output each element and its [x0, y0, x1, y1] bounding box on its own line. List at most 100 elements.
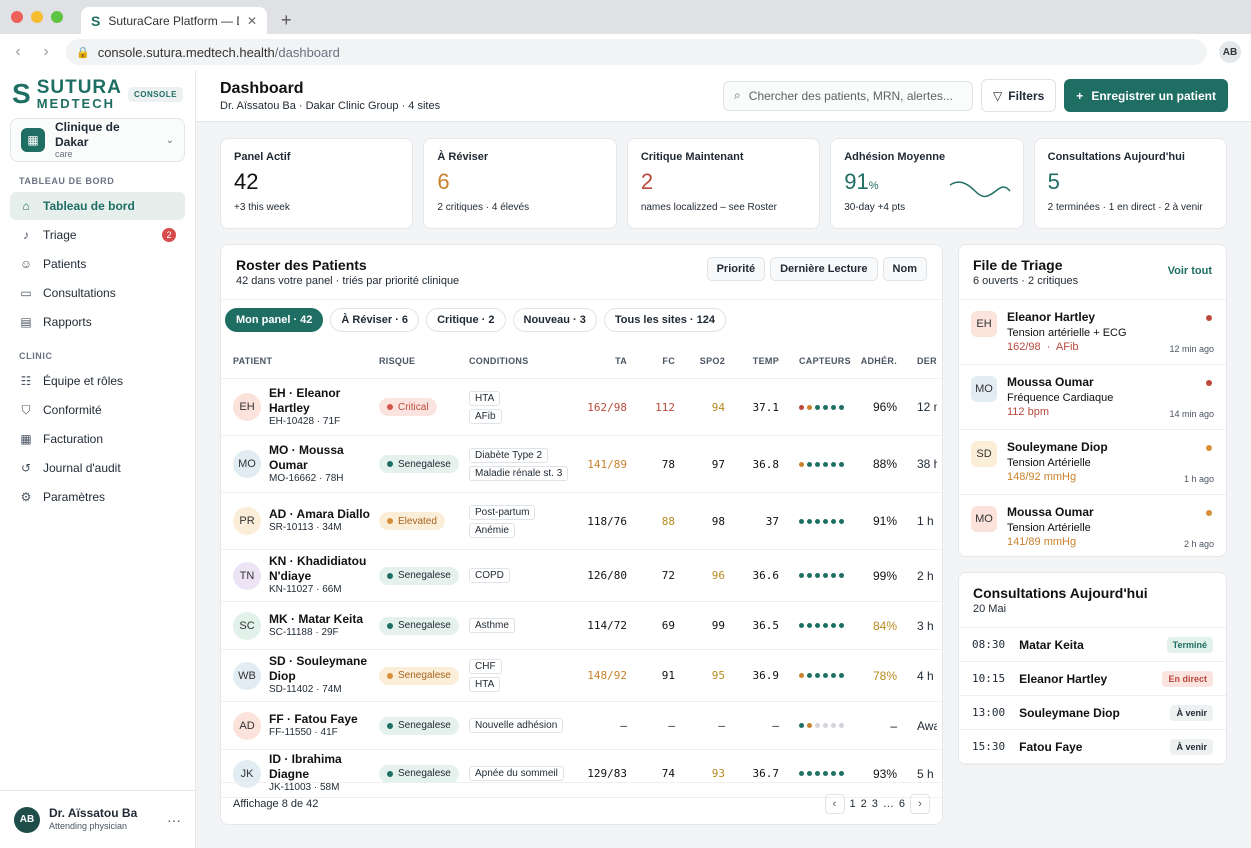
sensor-status: [779, 404, 857, 410]
consult-row[interactable]: 08:30 Matar Keita Terminé: [959, 628, 1226, 662]
maximize-window-button[interactable]: [51, 11, 63, 23]
sort-button[interactable]: Priorité: [706, 257, 766, 281]
browser-tab[interactable]: S SuturaCare Platform — Dakar ✕: [81, 7, 267, 34]
bp-value: 114/72: [587, 619, 627, 632]
triage-condition: Tension Artérielle: [1007, 456, 1091, 469]
more-icon[interactable]: ···: [167, 812, 181, 828]
sensor-dot: [815, 573, 820, 578]
table-row[interactable]: TN KN · Khadidiatou N'diaye KN-11027 · 66M…: [221, 550, 942, 602]
sort-button[interactable]: Dernière Lecture: [770, 257, 878, 281]
sidebar-item-history[interactable]: ↺ Journal d'audit: [10, 454, 185, 482]
back-icon[interactable]: ‹: [10, 43, 26, 61]
prev-page-button[interactable]: ‹: [824, 793, 845, 814]
sidebar-item-label: Conformité: [43, 403, 102, 417]
patient-name: FF · Fatou Faye: [269, 711, 358, 726]
patient-avatar: EH: [233, 393, 261, 421]
minimize-window-button[interactable]: [31, 11, 43, 23]
org-switcher[interactable]: ▦ Clinique de Dakar care ⌄: [10, 118, 185, 162]
filter-chip[interactable]: À Réviser · 6: [330, 308, 420, 332]
consult-row[interactable]: 10:15 Eleanor Hartley En direct: [959, 662, 1226, 696]
consult-date: 20 Mai: [973, 603, 1007, 615]
column-header[interactable]: TA: [569, 356, 627, 366]
table-row[interactable]: SC MK · Matar Keita SC-11188 · 29F Senegale…: [221, 602, 942, 650]
user-menu[interactable]: AB Dr. Aïssatou Ba Attending physician ·…: [0, 790, 195, 848]
kpi-card[interactable]: À Réviser 6 2 critiques · 4 élevés: [423, 138, 617, 229]
column-header[interactable]: TEMP: [725, 356, 779, 366]
column-header[interactable]: DERN: [897, 356, 937, 366]
kpi-card[interactable]: Panel Actif 42 +3 this week: [220, 138, 414, 229]
page-link[interactable]: …: [883, 798, 894, 810]
triage-item[interactable]: SD Souleymane Diop Tension Artérielle 148/9…: [959, 430, 1226, 495]
sidebar-item-user[interactable]: ☺ Patients: [10, 250, 185, 278]
column-header[interactable]: RISQUE: [379, 356, 469, 366]
column-header[interactable]: ADHÉR.: [857, 356, 897, 366]
column-header[interactable]: CAPTEURS: [779, 356, 857, 366]
consult-row[interactable]: 13:00 Souleymane Diop À venir: [959, 696, 1226, 730]
kpi-value: 2: [640, 169, 654, 194]
kpi-card[interactable]: Critique Maintenant 2 names localizzed – s…: [626, 138, 821, 229]
register-patient-button[interactable]: + Enregistrer un patient: [1064, 79, 1228, 112]
filter-chip[interactable]: Mon panel · 42: [225, 308, 324, 332]
page-link[interactable]: 6: [899, 798, 905, 810]
page-link[interactable]: 1: [850, 798, 856, 810]
kpi-label: À Réviser: [437, 151, 489, 163]
search-input[interactable]: ⌕ Chercher des patients, MRN, alertes...: [723, 80, 974, 111]
triage-value: 112 bpm: [1007, 405, 1049, 418]
consult-row[interactable]: 15:30 Fatou Faye À venir: [959, 730, 1226, 764]
filter-chip[interactable]: Tous les sites · 124: [603, 308, 726, 332]
sidebar-item-team[interactable]: ☷ Équipe et rôles: [10, 367, 185, 395]
last-reading: 12 min: [917, 400, 937, 414]
last-reading: 3 h: [917, 618, 934, 633]
close-window-button[interactable]: [11, 11, 23, 23]
triage-item[interactable]: MO Moussa Oumar Tension Artérielle 141/89 m…: [959, 495, 1226, 556]
filters-button[interactable]: ▽ Filters: [981, 79, 1057, 112]
brand[interactable]: S SUTURA MEDTECH CONSOLE: [0, 70, 195, 118]
spo2-value: 95: [711, 669, 725, 682]
console-badge: CONSOLE: [127, 86, 183, 102]
sort-button[interactable]: Nom: [882, 257, 927, 281]
triage-count-badge: 2: [162, 228, 176, 242]
kpi-card[interactable]: Consultations Aujourd'hui 5 2 terminées · …: [1033, 138, 1228, 229]
page-link[interactable]: 3: [872, 798, 878, 810]
table-row[interactable]: EH EH · Eleanor Hartley EH-10428 · 71F Crit…: [221, 379, 942, 436]
table-row[interactable]: PR AD · Amara Diallo SR-10113 · 34M Elevate…: [221, 493, 942, 550]
patient-mrn: SR-10113 · 34M: [269, 522, 342, 534]
column-header[interactable]: FC: [627, 356, 675, 366]
condition-tag: HTA: [469, 677, 501, 692]
plus-icon: +: [1076, 88, 1084, 103]
document-icon: ▤: [20, 315, 32, 329]
new-tab-button[interactable]: +: [281, 7, 292, 34]
filter-chip[interactable]: Nouveau · 3: [512, 308, 597, 332]
sensor-dot: [815, 404, 820, 410]
patient-avatar: PR: [233, 507, 261, 535]
close-tab-icon[interactable]: ✕: [247, 14, 257, 28]
sensor-dot: [807, 771, 812, 776]
sidebar-item-gear[interactable]: ⚙ Paramètres: [10, 483, 185, 511]
brand-sub: MEDTECH: [36, 96, 115, 111]
column-header[interactable]: PATIENT: [221, 356, 379, 366]
address-bar[interactable]: 🔒 console.sutura.medtech.health/dashboar…: [66, 39, 1207, 65]
triage-item[interactable]: EH Eleanor Hartley Tension artérielle + EC…: [959, 300, 1226, 365]
filter-chip[interactable]: Critique · 2: [426, 308, 506, 332]
view-all-link[interactable]: Voir tout: [1168, 265, 1212, 277]
page-link[interactable]: 2: [861, 798, 867, 810]
column-header[interactable]: CONDITIONS: [469, 356, 569, 366]
column-header[interactable]: SPO2: [675, 356, 725, 366]
kpi-card[interactable]: Adhésion Moyenne 91% 30-day +4 pts: [830, 138, 1024, 229]
table-row[interactable]: MO MO · Moussa Oumar MO-16662 · 78H Senegal…: [221, 436, 942, 493]
next-page-button[interactable]: ›: [910, 793, 930, 814]
sidebar-item-shield[interactable]: ⛉ Conformité: [10, 396, 185, 424]
triage-item[interactable]: MO Moussa Oumar Fréquence Cardiaque 112 bpm…: [959, 365, 1226, 430]
forward-icon[interactable]: ›: [38, 43, 54, 61]
last-reading: 5 h: [917, 766, 934, 781]
user-icon: ☺: [19, 257, 33, 271]
spo2-value: 94: [711, 400, 725, 414]
profile-avatar[interactable]: AB: [1219, 41, 1241, 63]
sidebar-item-calendar[interactable]: ▦ Facturation: [10, 425, 185, 453]
table-row[interactable]: AD FF · Fatou Faye FF-11550 · 41F Senegales…: [221, 702, 942, 750]
sidebar-item-video[interactable]: ▭ Consultations: [10, 279, 185, 307]
sidebar-item-home[interactable]: ⌂ Tableau de bord: [10, 192, 185, 220]
table-row[interactable]: WB SD · Souleymane Diop SD-11402 · 74M Sene…: [221, 650, 942, 702]
sidebar-item-document[interactable]: ▤ Rapports: [10, 308, 185, 336]
sidebar-item-bell[interactable]: ♪ Triage 2: [10, 221, 185, 249]
